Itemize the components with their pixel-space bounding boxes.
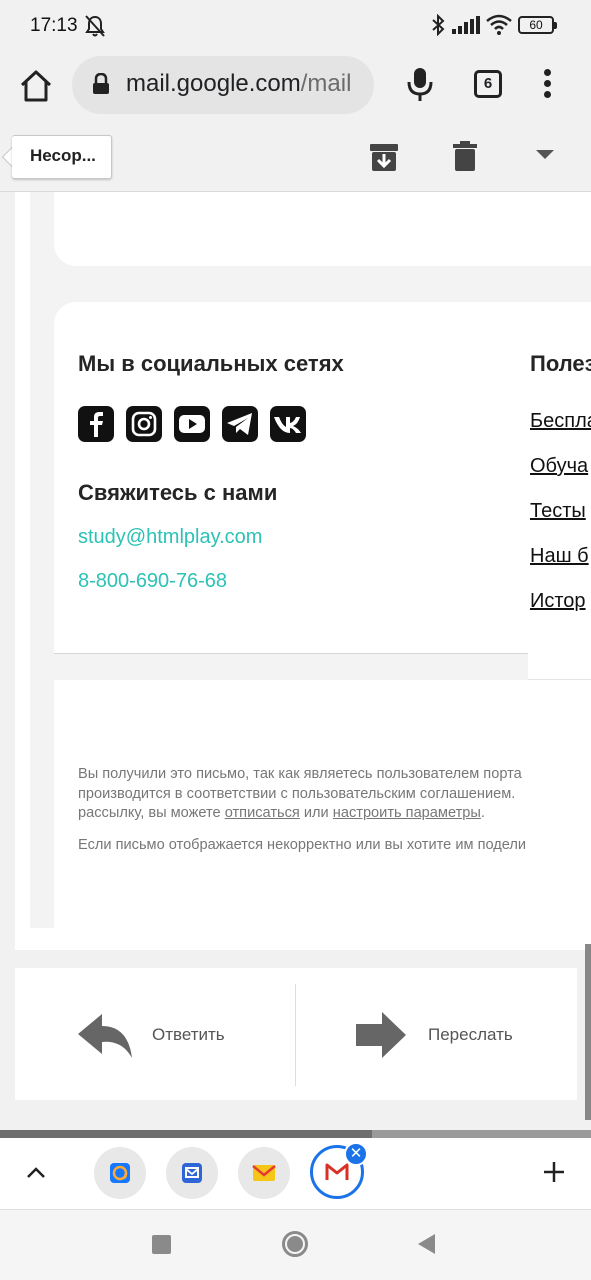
back-to-folder-label: Несор... (30, 146, 96, 165)
tab-outlook[interactable] (166, 1147, 218, 1199)
battery-icon: 60 (518, 16, 557, 34)
contact-email-link[interactable]: study@htmlplay.com (78, 526, 262, 549)
bell-off-icon (84, 14, 106, 43)
back-nav-button[interactable] (418, 1234, 435, 1254)
chevron-down-icon[interactable] (536, 150, 554, 159)
divider (295, 984, 296, 1086)
facebook-icon[interactable] (78, 406, 114, 442)
unsubscribe-link[interactable]: отписаться (225, 805, 300, 821)
home-nav-inner (287, 1236, 303, 1252)
status-time: 17:13 (30, 15, 78, 36)
reply-button[interactable]: Ответить (152, 1025, 225, 1045)
useful-link-free[interactable]: Беспла (530, 410, 591, 433)
url-path: /mail (300, 70, 352, 97)
url-text[interactable]: mail.google.com/mail (126, 70, 366, 98)
instagram-icon[interactable] (126, 406, 162, 442)
microphone-icon[interactable] (404, 64, 436, 104)
home-button[interactable] (16, 68, 56, 104)
archive-icon[interactable] (368, 141, 400, 173)
content-block (54, 192, 591, 266)
legal-line-3-mid: или (303, 805, 329, 821)
social-heading: Мы в социальных сетях (78, 351, 344, 376)
lock-icon (92, 72, 110, 100)
useful-links-heading: Полез (530, 351, 591, 376)
legal-note: Если письмо отображается некорректно или… (78, 837, 527, 853)
partial-content-strip-dark (0, 1130, 372, 1138)
vk-icon[interactable] (270, 406, 306, 442)
recents-button[interactable] (152, 1235, 171, 1254)
more-menu-icon[interactable] (540, 66, 556, 102)
legal-line-1: Вы получили это письмо, так как являетес… (78, 766, 522, 782)
tab-group-strip (0, 1138, 591, 1210)
settings-link[interactable]: настроить параметры (333, 805, 481, 821)
telegram-icon[interactable] (222, 406, 258, 442)
trash-icon[interactable] (452, 140, 478, 172)
forward-button[interactable]: Переслать (428, 1025, 513, 1045)
chevron-up-icon[interactable] (24, 1160, 48, 1184)
useful-link-tests[interactable]: Тесты (530, 500, 591, 523)
contact-phone-link[interactable]: 8-800-690-76-68 (78, 570, 227, 593)
bluetooth-icon (430, 13, 446, 41)
contact-heading: Свяжитесь с нами (78, 480, 278, 505)
forward-icon[interactable] (354, 1010, 408, 1065)
legal-line-3-start: рассылку, вы можете (78, 805, 221, 821)
plus-icon[interactable] (542, 1160, 566, 1184)
legal-line-3: рассылку, вы можете отписаться или настр… (78, 804, 591, 824)
legal-text: Вы получили это письмо, так как являетес… (78, 765, 591, 824)
legal-line-3-end: . (480, 805, 485, 821)
url-host: mail.google.com (126, 70, 301, 97)
tab-mailru[interactable] (94, 1147, 146, 1199)
tab-switcher-button[interactable]: 6 (474, 70, 502, 98)
legal-line-2: производится в соответствии с пользовате… (78, 785, 516, 802)
useful-link-learning[interactable]: Обуча (530, 455, 591, 478)
reply-icon[interactable] (76, 1012, 134, 1065)
youtube-icon[interactable] (174, 406, 210, 442)
tab-yandex-mail[interactable] (238, 1147, 290, 1199)
wifi-icon (486, 14, 512, 41)
close-icon[interactable]: ✕ (344, 1142, 368, 1166)
scrollbar-thumb[interactable] (585, 944, 591, 1120)
useful-link-blog[interactable]: Наш б (530, 545, 591, 568)
signal-icon (452, 16, 480, 39)
useful-link-history[interactable]: Истор (530, 590, 591, 613)
